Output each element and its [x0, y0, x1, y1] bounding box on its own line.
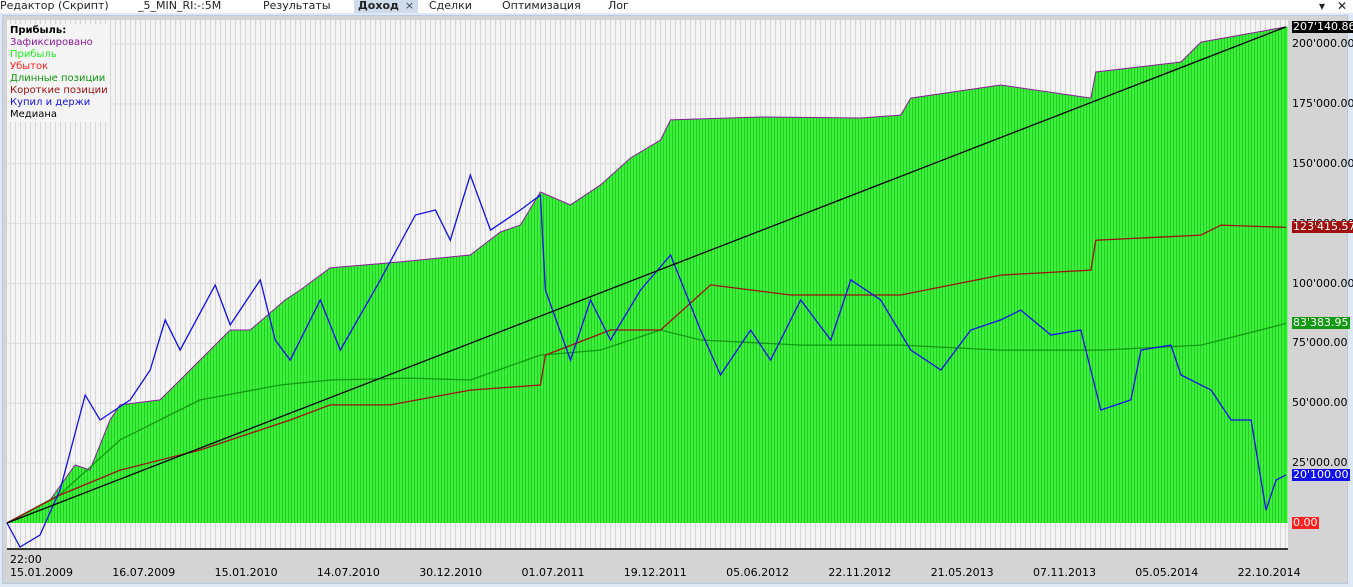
x-tick-label: 30.12.2010 — [419, 566, 483, 579]
x-time-label: 22:00 — [10, 553, 42, 566]
y-tick-label: 100'000.00 — [1292, 276, 1353, 290]
x-tick-label: 05.05.2014 — [1135, 566, 1199, 579]
legend-title: Прибыль: — [10, 25, 67, 36]
y-tick-label: 75'000.00 — [1292, 336, 1348, 350]
y-tick-label: 150'000.00 — [1292, 156, 1353, 170]
value-badge: 207'140.86 — [1292, 20, 1353, 33]
x-tick-label: 15.01.2010 — [214, 566, 278, 579]
legend-item[interactable]: Зафиксировано — [10, 37, 108, 49]
legend-item[interactable]: Убыток — [10, 61, 108, 73]
value-badge: 123'415.57 — [1292, 221, 1353, 234]
x-tick-label: 14.07.2010 — [316, 566, 380, 579]
legend-item[interactable]: Короткие позиции — [10, 85, 108, 97]
income-chart[interactable] — [0, 0, 1353, 587]
chart-legend: Прибыль: Зафиксировано Прибыль Убыток Длинн… — [8, 24, 110, 122]
legend-item[interactable]: Длинные позиции — [10, 73, 108, 85]
value-badge: 83'383.95 — [1292, 316, 1350, 330]
y-tick-label: 175'000.00 — [1292, 96, 1353, 110]
legend-item[interactable]: Медиана — [10, 109, 108, 121]
x-tick-label: 22.10.2014 — [1237, 566, 1301, 579]
y-tick-label: 50'000.00 — [1292, 396, 1348, 410]
x-tick-label: 19.12.2011 — [623, 566, 687, 579]
x-tick-label: 01.07.2011 — [521, 566, 585, 579]
x-tick-label: 21.05.2013 — [930, 566, 994, 579]
value-badge: 0.00 — [1292, 516, 1319, 529]
x-tick-label: 16.07.2009 — [112, 566, 176, 579]
x-tick-label: 22.11.2012 — [828, 566, 892, 579]
x-tick-label: 07.11.2013 — [1033, 566, 1096, 579]
legend-item[interactable]: Купил и держи — [10, 97, 108, 109]
y-tick-label: 200'000.00 — [1292, 37, 1353, 50]
value-badge: 20'100.00 — [1292, 467, 1350, 481]
legend-item[interactable]: Прибыль — [10, 49, 108, 61]
x-tick-label: 05.06.2012 — [726, 566, 790, 579]
x-tick-label: 15.01.2009 — [10, 566, 73, 579]
